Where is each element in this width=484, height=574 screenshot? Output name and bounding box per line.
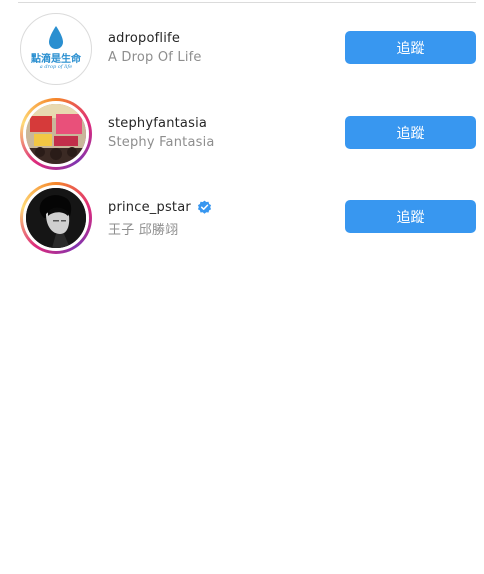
logo-subtext: a drop of life — [39, 64, 73, 70]
full-name: Stephy Fantasia — [108, 135, 215, 150]
full-name: A Drop Of Life — [108, 50, 202, 65]
list-item: prince_pstar 王子 邱勝翊 追蹤 — [0, 172, 484, 256]
username[interactable]: adropoflife — [108, 31, 180, 46]
follow-button[interactable]: 追蹤 — [345, 200, 476, 233]
avatar[interactable]: 點滴是生命 a drop of life — [20, 13, 92, 85]
follow-button[interactable]: 追蹤 — [345, 116, 476, 149]
list-item: stephyfantasia Stephy Fantasia 追蹤 — [0, 88, 484, 172]
logo-text: 點滴是生命 — [31, 54, 81, 65]
username[interactable]: stephyfantasia — [108, 116, 207, 131]
collage-photo-icon — [26, 104, 86, 164]
verified-badge-icon — [197, 200, 211, 214]
follow-button[interactable]: 追蹤 — [345, 31, 476, 64]
username[interactable]: prince_pstar — [108, 200, 191, 215]
portrait-photo-icon — [26, 188, 86, 248]
full-name: 王子 邱勝翊 — [108, 223, 179, 238]
avatar[interactable] — [20, 182, 92, 254]
list-item: 點滴是生命 a drop of life adropoflife A Drop … — [0, 3, 484, 87]
water-drop-icon — [49, 26, 63, 49]
avatar[interactable] — [20, 98, 92, 170]
